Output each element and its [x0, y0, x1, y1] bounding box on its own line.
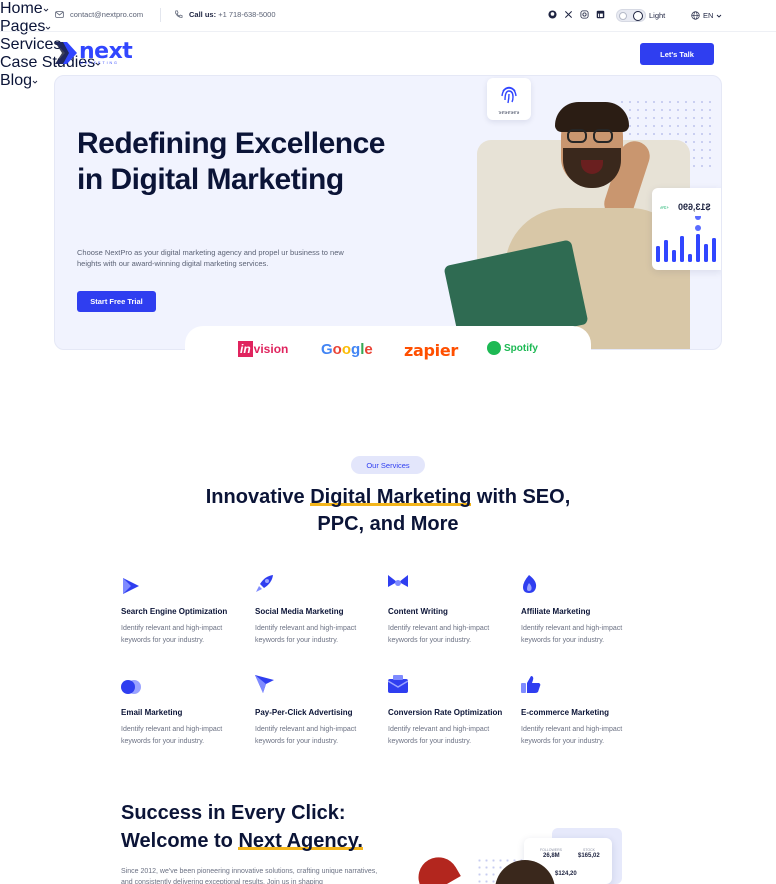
- service-card[interactable]: E-commerce Marketing Identify relevant a…: [521, 675, 646, 745]
- service-card[interactable]: Conversion Rate Optimization Identify re…: [387, 675, 513, 745]
- partner-logo-google: Google: [321, 341, 373, 358]
- fingerprint-label: ษตษตษตษ: [498, 110, 520, 115]
- hero-person-glasses: [567, 129, 587, 143]
- play-icon: [123, 578, 139, 594]
- service-desc: Identify relevant and high-impact keywor…: [388, 726, 490, 745]
- chevron-down-icon: [32, 80, 38, 84]
- service-title: Search Engine Optimization: [121, 607, 228, 616]
- fingerprint-icon: [501, 86, 517, 104]
- service-desc: Identify relevant and high-impact keywor…: [121, 726, 223, 745]
- flame-icon: [523, 575, 537, 593]
- hero-lead: Choose NextPro as your digital marketing…: [77, 248, 344, 268]
- nav-blog-label: Blog: [0, 72, 33, 89]
- service-title: Email Marketing: [121, 708, 183, 717]
- fingerprint-card: ษตษตษตษ: [487, 78, 531, 120]
- logo-tagline: MARKETING: [80, 61, 119, 65]
- instagram-icon[interactable]: [580, 10, 589, 19]
- linkedin-icon[interactable]: [596, 10, 605, 19]
- service-desc: Identify relevant and high-impact keywor…: [388, 625, 490, 644]
- service-desc: Identify relevant and high-impact keywor…: [121, 625, 223, 644]
- service-desc: Identify relevant and high-impact keywor…: [521, 726, 623, 745]
- mail-icon: [55, 11, 64, 18]
- top-bar: contact@nextpro.com Call us: +1 718-638-…: [0, 0, 776, 32]
- phone-icon: [175, 10, 183, 18]
- partner-logo-spotify: Spotify: [487, 341, 538, 355]
- service-title: Content Writing: [388, 607, 448, 616]
- stock-value: $165,02: [578, 853, 600, 859]
- theme-label: Light: [649, 11, 666, 20]
- cursor-icon: [255, 675, 274, 693]
- hero-person-glasses: [593, 129, 613, 143]
- call-label: Call us:: [189, 10, 217, 19]
- bar-chart-icon: [656, 216, 716, 262]
- service-card[interactable]: Email Marketing Identify relevant and hi…: [121, 678, 246, 745]
- theme-toggle[interactable]: [616, 9, 646, 22]
- language-selector[interactable]: EN: [691, 11, 722, 20]
- services-title-pre: Innovative: [205, 486, 311, 508]
- service-desc: Identify relevant and high-impact keywor…: [521, 625, 623, 644]
- service-title: Affiliate Marketing: [521, 607, 591, 616]
- success-title-highlight: Next Agency.: [238, 830, 363, 852]
- brand-logo[interactable]: next MARKETING: [55, 39, 133, 66]
- thumbs-up-icon: [521, 676, 541, 693]
- followers-label: FOLLOWERS: [540, 848, 562, 852]
- contact-email[interactable]: contact@nextpro.com: [55, 10, 143, 19]
- service-desc: Identify relevant and high-impact keywor…: [255, 625, 357, 644]
- partner-logo-zapier: zapier: [404, 341, 458, 360]
- spotify-icon: [487, 341, 501, 355]
- service-title: Social Media Marketing: [255, 607, 344, 616]
- x-icon[interactable]: [564, 10, 573, 19]
- phone-text: +1 718-638-5000: [218, 10, 276, 19]
- divider: [160, 8, 161, 22]
- mailbox-icon: [387, 675, 409, 693]
- nav-services-label: Services: [0, 36, 62, 53]
- success-title: Success in Every Click: Welcome to Next …: [121, 799, 421, 855]
- chevron-down-icon: [717, 14, 722, 18]
- success-title-pre: Welcome to: [121, 830, 239, 852]
- contact-phone[interactable]: Call us: +1 718-638-5000: [174, 10, 276, 19]
- stock-label: STOCK: [583, 848, 595, 852]
- services-title: Innovative Digital Marketing with SEO, P…: [180, 484, 596, 538]
- service-title: E-commerce Marketing: [521, 708, 610, 717]
- hero-person-hair: [555, 102, 629, 132]
- moon-icon: [633, 11, 643, 21]
- service-title: Conversion Rate Optimization: [388, 708, 503, 717]
- stat-change: +3%: [660, 205, 670, 210]
- revenue-stat-card: $13,690 +3%: [652, 188, 721, 270]
- logo-chevron-icon: [55, 42, 77, 64]
- section-pill: Our Services: [351, 456, 425, 474]
- lets-talk-button[interactable]: Let's Talk: [640, 43, 714, 65]
- partner-logo-invision: in vision: [238, 341, 289, 357]
- service-card[interactable]: Affiliate Marketing Identify relevant an…: [521, 575, 646, 644]
- social-links: [548, 10, 605, 19]
- success-title-line1: Success in Every Click:: [121, 802, 346, 824]
- hero-title: Redefining Excellence in Digital Marketi…: [77, 127, 385, 196]
- sun-icon: [619, 12, 627, 20]
- service-card[interactable]: Social Media Marketing Identify relevant…: [255, 575, 380, 644]
- service-card[interactable]: Search Engine Optimization Identify rele…: [121, 577, 246, 644]
- service-card[interactable]: Pay-Per-Click Advertising Identify relev…: [255, 675, 380, 745]
- stat-amount: $13,690: [678, 202, 711, 212]
- service-title: Pay-Per-Click Advertising: [255, 708, 353, 717]
- invision-text: vision: [253, 342, 289, 356]
- language-label: EN: [703, 11, 714, 20]
- spotify-text: Spotify: [504, 342, 538, 354]
- service-card[interactable]: Content Writing Identify relevant and hi…: [388, 574, 513, 644]
- start-free-trial-button[interactable]: Start Free Trial: [77, 291, 156, 312]
- services-title-highlight: Digital Marketing: [310, 486, 472, 508]
- total-value: $124,20: [555, 871, 577, 877]
- github-icon[interactable]: [548, 10, 557, 19]
- globe-icon: [691, 11, 700, 20]
- followers-value: 26,8M: [543, 853, 560, 859]
- bow-icon: [388, 575, 408, 587]
- toggle-icon: [121, 680, 141, 694]
- service-desc: Identify relevant and high-impact keywor…: [255, 726, 357, 745]
- rocket-icon: [256, 575, 273, 592]
- success-text: Since 2012, we've been pioneering innova…: [121, 868, 378, 884]
- email-text: contact@nextpro.com: [70, 10, 144, 19]
- hero-section: Redefining Excellence in Digital Marketi…: [54, 75, 722, 350]
- rocket-illustration: [411, 850, 461, 884]
